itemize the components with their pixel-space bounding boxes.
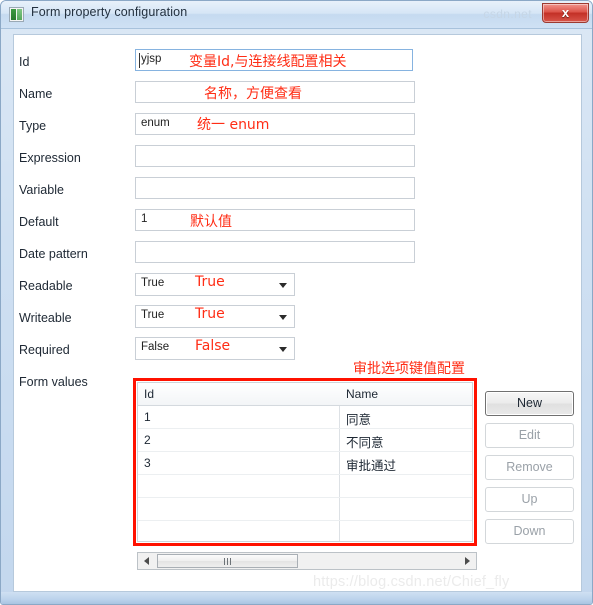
chevron-down-icon bbox=[279, 283, 287, 288]
window-title: Form property configuration bbox=[31, 5, 188, 19]
label-date-pattern: Date pattern bbox=[19, 247, 88, 261]
annotation-readable: True bbox=[195, 274, 225, 290]
column-header-name: Name bbox=[346, 387, 379, 401]
scroll-left-arrow-icon[interactable] bbox=[138, 553, 155, 569]
writeable-dropdown-value: True bbox=[141, 309, 165, 321]
default-input[interactable]: 1 bbox=[135, 209, 415, 231]
table-row[interactable]: 3 审批通过 bbox=[138, 452, 472, 475]
default-input-value: 1 bbox=[141, 213, 148, 225]
annotation-name: 名称，方便查看 bbox=[204, 86, 302, 102]
annotation-default: 默认值 bbox=[190, 214, 232, 230]
type-input-value: enum bbox=[141, 117, 170, 129]
up-button[interactable]: Up bbox=[485, 487, 574, 512]
table-row[interactable] bbox=[138, 475, 472, 498]
dialog-window: Form property configuration csdn.net x I… bbox=[0, 0, 593, 605]
type-input[interactable]: enum bbox=[135, 113, 415, 135]
chevron-down-icon bbox=[279, 347, 287, 352]
label-writeable: Writeable bbox=[19, 311, 72, 325]
table-row[interactable] bbox=[138, 521, 472, 541]
remove-button[interactable]: Remove bbox=[485, 455, 574, 480]
annotation-writeable: True bbox=[195, 306, 225, 322]
scrollbar-thumb[interactable] bbox=[157, 554, 298, 568]
title-bar[interactable]: Form property configuration csdn.net x bbox=[1, 1, 592, 29]
scroll-right-arrow-icon[interactable] bbox=[459, 553, 476, 569]
label-default: Default bbox=[19, 215, 59, 229]
cell-id: 1 bbox=[144, 410, 151, 424]
scrollbar-grip-icon bbox=[223, 558, 233, 565]
annotation-type: 统一 enum bbox=[197, 117, 270, 133]
label-id: Id bbox=[19, 55, 30, 69]
cell-name: 审批通过 bbox=[346, 459, 397, 473]
label-readable: Readable bbox=[19, 279, 73, 293]
label-name: Name bbox=[19, 87, 53, 101]
edit-button[interactable]: Edit bbox=[485, 423, 574, 448]
text-caret bbox=[139, 53, 140, 68]
label-type: Type bbox=[19, 119, 47, 133]
table-row[interactable]: 1 同意 bbox=[138, 406, 472, 429]
title-watermark: csdn.net bbox=[483, 7, 532, 21]
form-values-table[interactable]: Id Name 1 同意 2 不同意 3 审批通过 bbox=[137, 382, 473, 542]
table-header: Id Name bbox=[138, 383, 472, 406]
close-icon: x bbox=[561, 5, 570, 20]
table-row[interactable] bbox=[138, 498, 472, 521]
required-dropdown-value: False bbox=[141, 341, 170, 353]
table-row[interactable]: 2 不同意 bbox=[138, 429, 472, 452]
annotation-id: 变量Id,与连接线配置相关 bbox=[189, 54, 347, 70]
variable-input[interactable] bbox=[135, 177, 415, 199]
cell-name: 不同意 bbox=[346, 436, 384, 450]
label-variable: Variable bbox=[19, 183, 64, 197]
column-header-id: Id bbox=[144, 387, 155, 401]
annotation-form-values: 审批选项键值配置 bbox=[353, 361, 465, 377]
label-form-values: Form values bbox=[19, 375, 88, 389]
expression-input[interactable] bbox=[135, 145, 415, 167]
form-icon bbox=[9, 7, 24, 22]
horizontal-scrollbar[interactable] bbox=[137, 552, 477, 570]
readable-dropdown-value: True bbox=[141, 277, 165, 289]
close-button[interactable]: x bbox=[542, 3, 589, 23]
window-bottom-edge bbox=[1, 592, 592, 604]
cell-name: 同意 bbox=[346, 413, 372, 427]
date-pattern-input[interactable] bbox=[135, 241, 415, 263]
page-watermark: https://blog.csdn.net/Chief_fly bbox=[313, 574, 510, 590]
cell-id: 2 bbox=[144, 433, 151, 447]
new-button[interactable]: New bbox=[485, 391, 574, 416]
down-button[interactable]: Down bbox=[485, 519, 574, 544]
label-required: Required bbox=[19, 343, 70, 357]
cell-id: 3 bbox=[144, 456, 151, 470]
annotation-required: False bbox=[195, 338, 231, 354]
id-input-value: yjsp bbox=[141, 53, 162, 65]
label-expression: Expression bbox=[19, 151, 81, 165]
chevron-down-icon bbox=[279, 315, 287, 320]
